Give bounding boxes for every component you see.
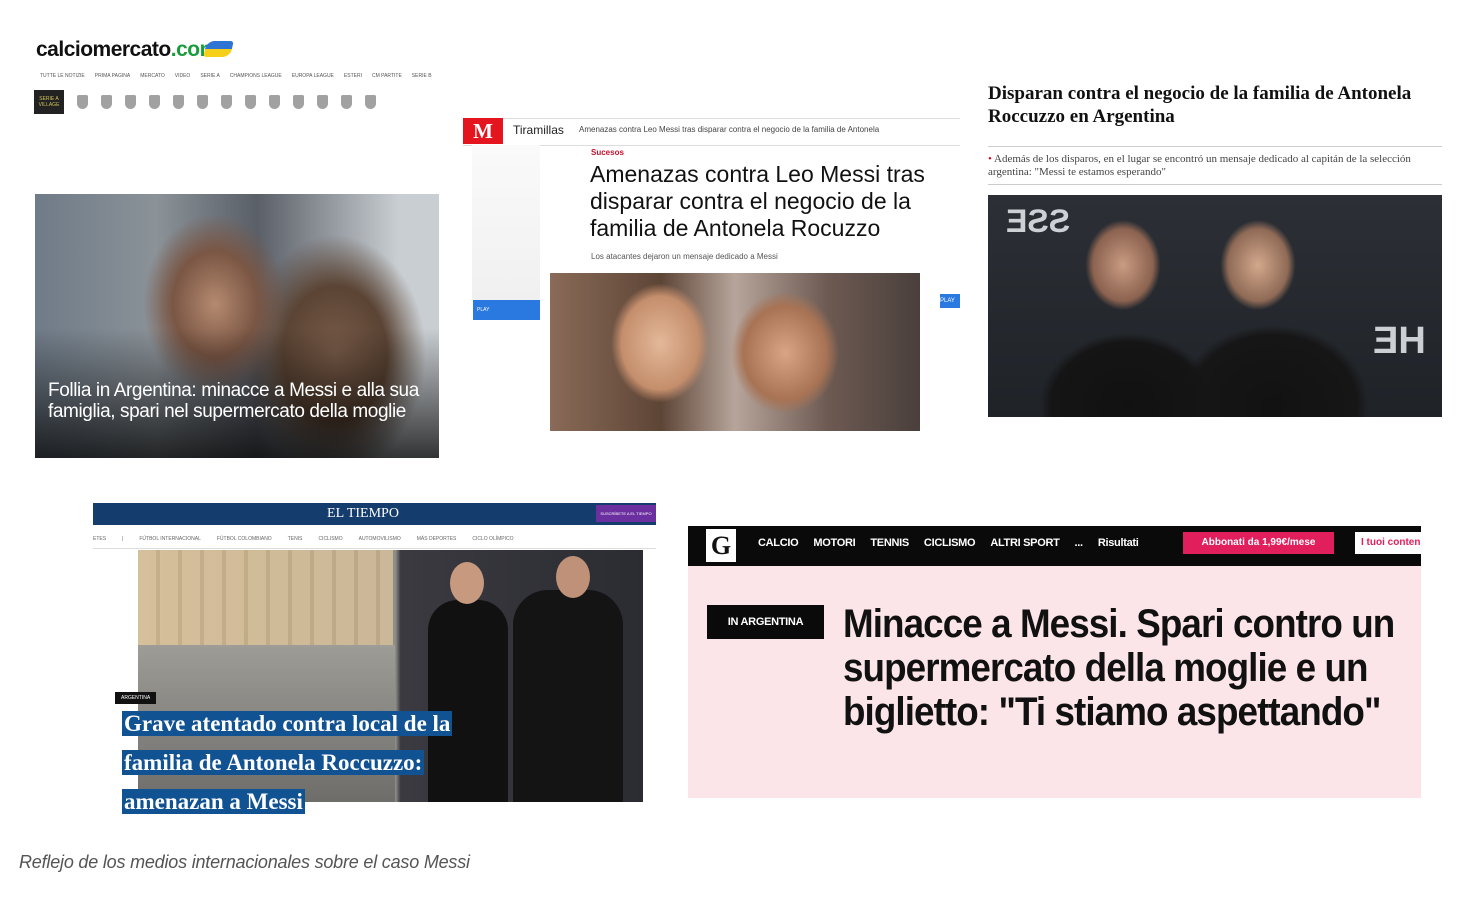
calciomercato-nav-item[interactable]: EUROPA LEAGUE: [292, 73, 334, 79]
eltiempo-logo[interactable]: EL TIEMPO: [93, 503, 633, 525]
gazzetta-nav-item[interactable]: ALTRI SPORT: [990, 534, 1060, 552]
marca-article-photo[interactable]: [550, 273, 920, 431]
gazzetta-tag[interactable]: IN ARGENTINA: [707, 605, 824, 639]
gazzetta-nav: CALCIO MOTORI TENNIS CICLISMO ALTRI SPOR…: [758, 534, 1139, 552]
calciomercato-headline[interactable]: Follia in Argentina: minacce a Messi e a…: [48, 380, 434, 422]
calciomercato-logo-text: calciomercato: [36, 38, 171, 61]
calciomercato-nav: TUTTE LE NOTIZIE PRIMA PAGINA MERCATO VI…: [40, 73, 432, 79]
marca-ad-button-label: PLAY: [477, 307, 490, 313]
calciomercato-nav-item[interactable]: CHAMPIONS LEAGUE: [230, 73, 282, 79]
divider: [988, 184, 1442, 185]
marca-headline[interactable]: Amenazas contra Leo Messi tras disparar …: [590, 161, 962, 242]
eltiempo-subscribe-button[interactable]: SUSCRÍBETE A EL TIEMPO: [596, 505, 656, 522]
gazzetta-headline[interactable]: Minacce a Messi. Spari contro un superme…: [843, 602, 1423, 734]
abc-summary: • Además de los disparos, en el lugar se…: [988, 153, 1440, 179]
backdrop-logo-icon: ƎƧƧ: [1006, 203, 1071, 239]
backdrop-logo-icon: ƎH: [1373, 320, 1426, 362]
eltiempo-nav-item[interactable]: CICLISMO: [318, 531, 342, 548]
eltiempo-nav-item[interactable]: FÚTBOL COLOMBIANO: [217, 531, 272, 548]
gazzetta-nav-item[interactable]: CALCIO: [758, 534, 799, 552]
gazzetta-nav-item[interactable]: TENNIS: [870, 534, 909, 552]
team-crest-icon[interactable]: [245, 95, 256, 109]
image-caption: Reflejo de los medios internacionales so…: [19, 852, 470, 872]
team-crest-icon[interactable]: [149, 95, 160, 109]
team-crest-icon[interactable]: [293, 95, 304, 109]
gazzetta-subscribe-button[interactable]: Abbonati da 1,99€/mese: [1183, 532, 1334, 554]
eltiempo-nav-item[interactable]: AUTOMOVILISMO: [359, 531, 401, 548]
eltiempo-headline-text: Grave atentado contra local de la famili…: [122, 711, 453, 814]
abc-headline[interactable]: Disparan contra el negocio de la familia…: [988, 82, 1438, 128]
team-crest-icon[interactable]: [221, 95, 232, 109]
marca-ad-button[interactable]: PLAY: [473, 300, 540, 320]
gazzetta-more-menu[interactable]: ...: [1075, 534, 1084, 552]
eltiempo-headline[interactable]: Grave atentado contra local de la famili…: [122, 704, 522, 821]
eltiempo-nav-item[interactable]: MÁS DEPORTES: [417, 531, 457, 548]
divider: [988, 146, 1442, 147]
team-crest-icon[interactable]: [197, 95, 208, 109]
calciomercato-nav-item[interactable]: TUTTE LE NOTIZIE: [40, 73, 85, 79]
marca-logo[interactable]: M: [463, 118, 503, 144]
eltiempo-nav: ETES | FÚTBOL INTERNACIONAL FÚTBOL COLOM…: [93, 531, 656, 549]
eltiempo-kicker[interactable]: ARGENTINA: [115, 692, 157, 704]
calciomercato-nav-item[interactable]: PRIMA PAGINA: [95, 73, 130, 79]
gazzetta-user-button[interactable]: I tuoi contenuti: [1355, 532, 1421, 554]
team-crest-icon[interactable]: [125, 95, 136, 109]
team-crest-icon[interactable]: [269, 95, 280, 109]
eltiempo-nav-item[interactable]: FÚTBOL INTERNACIONAL: [139, 531, 201, 548]
team-crest-icon[interactable]: [101, 95, 112, 109]
team-crest-icon[interactable]: [173, 95, 184, 109]
eltiempo-nav-item[interactable]: CICLO OLÍMPICO: [472, 531, 513, 548]
calciomercato-nav-item[interactable]: CM PARTITE: [372, 73, 402, 79]
marca-kicker[interactable]: Sucesos: [591, 148, 624, 157]
calciomercato-nav-item[interactable]: SERIE A: [200, 73, 219, 79]
team-crests-row: SERIE A VILLAGE: [34, 90, 376, 114]
marca-side-ad: [472, 145, 540, 300]
calciomercato-nav-item[interactable]: MERCATO: [140, 73, 165, 79]
gazzetta-nav-item[interactable]: CICLISMO: [924, 534, 976, 552]
marca-ad-button-right[interactable]: PLAY: [940, 294, 960, 308]
eltiempo-nav-separator: |: [122, 536, 124, 542]
gazzetta-nav-item[interactable]: MOTORI: [813, 534, 855, 552]
calciomercato-nav-item[interactable]: SERIE B: [412, 73, 432, 79]
gazzetta-nav-item[interactable]: Risultati: [1098, 534, 1139, 552]
abc-article-photo[interactable]: ƎƧƧ ƎH: [988, 195, 1442, 417]
team-crest-icon[interactable]: [77, 95, 88, 109]
ukraine-flag-icon: [203, 41, 234, 57]
team-crest-icon[interactable]: [317, 95, 328, 109]
marca-section-label[interactable]: Tiramillas: [513, 123, 564, 137]
eltiempo-nav-item[interactable]: ETES: [93, 531, 106, 548]
calciomercato-nav-item[interactable]: VIDEO: [175, 73, 191, 79]
serie-a-village-badge[interactable]: SERIE A VILLAGE: [34, 90, 64, 114]
eltiempo-nav-item[interactable]: TENIS: [288, 531, 303, 548]
team-crest-icon[interactable]: [365, 95, 376, 109]
calciomercato-nav-item[interactable]: ESTERI: [344, 73, 362, 79]
calciomercato-logo[interactable]: calciomercato.com: [36, 38, 218, 62]
gazzetta-logo[interactable]: G: [706, 529, 736, 562]
marca-breadcrumb: Amenazas contra Leo Messi tras disparar …: [579, 125, 880, 134]
marca-subheadline: Los atacantes dejaron un mensaje dedicad…: [591, 252, 778, 261]
abc-summary-text: Además de los disparos, en el lugar se e…: [988, 153, 1411, 178]
team-crest-icon[interactable]: [341, 95, 352, 109]
